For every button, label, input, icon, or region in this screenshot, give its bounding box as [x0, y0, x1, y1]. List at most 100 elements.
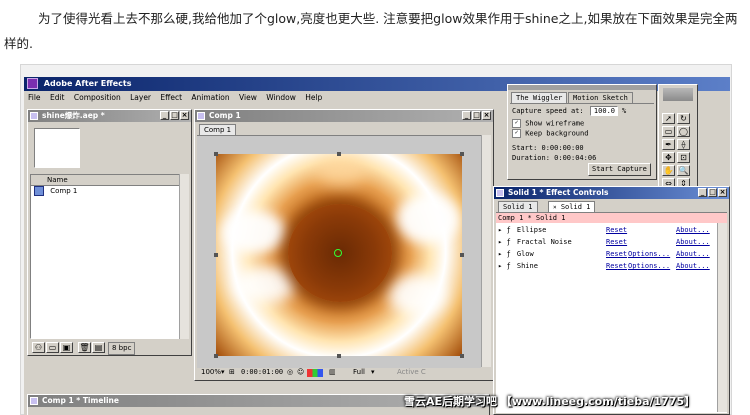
- tools-palette-header[interactable]: [659, 85, 697, 105]
- layer-handle[interactable]: [337, 354, 341, 358]
- menu-layer[interactable]: Layer: [130, 93, 151, 102]
- effect-about-link[interactable]: About...: [676, 249, 710, 260]
- close-icon[interactable]: ×: [718, 188, 727, 197]
- tab-the-wiggler[interactable]: The Wiggler: [511, 92, 568, 103]
- intro-text: 为了使得光看上去不那么硬,我给他加了个glow,亮度也更大些. 注意要把glow…: [4, 11, 738, 51]
- glow-render-canvas[interactable]: [216, 154, 462, 356]
- region-of-interest-icon[interactable]: ▥: [329, 367, 336, 378]
- menu-file[interactable]: File: [28, 93, 41, 102]
- rectangle-mask-tool-icon[interactable]: ▭: [662, 126, 675, 137]
- show-snapshot-icon[interactable]: ☺: [297, 367, 304, 378]
- expand-triangle-icon[interactable]: ▸: [498, 262, 502, 270]
- maximize-icon[interactable]: □: [708, 188, 717, 197]
- maximize-icon[interactable]: □: [170, 111, 179, 120]
- hand-tool-icon[interactable]: ✋: [662, 165, 675, 176]
- resolution-select[interactable]: Full: [353, 367, 365, 378]
- composition-scrollbar[interactable]: [481, 135, 491, 367]
- maximize-icon[interactable]: □: [472, 111, 481, 120]
- timecode-display[interactable]: 0:00:01:00: [241, 367, 283, 378]
- fx-toggle-icon[interactable]: ƒ: [506, 262, 510, 270]
- minimize-icon[interactable]: _: [462, 111, 471, 120]
- layer-handle[interactable]: [214, 354, 218, 358]
- tools-palette: ➚ ↻ ▭ ◯ ✒ ⟠ ✥ ⊡ ✋ 🔍 ⇔ ⇕: [658, 84, 698, 192]
- effect-controls-scrollbar[interactable]: [717, 223, 727, 412]
- layer-handle[interactable]: [337, 152, 341, 156]
- close-icon[interactable]: ×: [482, 111, 491, 120]
- layer-handle[interactable]: [460, 253, 464, 257]
- interpret-footage-icon[interactable]: ⚇: [32, 342, 45, 353]
- minimize-icon[interactable]: _: [160, 111, 169, 120]
- effect-options-link[interactable]: Options...: [628, 249, 670, 260]
- resolution-dropdown-icon[interactable]: ▾: [371, 367, 375, 378]
- effect-about-link[interactable]: About...: [676, 225, 710, 236]
- expand-triangle-icon[interactable]: ▸: [498, 250, 502, 258]
- camera-select[interactable]: Active C: [397, 367, 426, 378]
- effect-reset-link[interactable]: Reset: [606, 249, 627, 260]
- tab-solid-1-first[interactable]: Solid 1: [498, 201, 538, 212]
- effect-about-link[interactable]: About...: [676, 237, 710, 248]
- safe-zones-icon[interactable]: ⊞: [229, 367, 235, 378]
- tab-comp-1[interactable]: Comp 1: [199, 124, 237, 135]
- menu-effect[interactable]: Effect: [160, 93, 182, 102]
- capture-speed-input[interactable]: 100.0: [590, 106, 618, 116]
- project-window-titlebar[interactable]: shine爆炸.aep * _ □ ×: [28, 110, 191, 122]
- expand-triangle-icon[interactable]: ▸: [498, 226, 502, 234]
- menu-window[interactable]: Window: [266, 93, 296, 102]
- effect-reset-link[interactable]: Reset: [606, 237, 627, 248]
- layer-handle[interactable]: [460, 354, 464, 358]
- close-tab-icon[interactable]: ×: [553, 204, 557, 211]
- show-wireframe-checkbox[interactable]: ✓: [512, 119, 521, 128]
- close-icon[interactable]: ×: [180, 111, 189, 120]
- effect-reset-link[interactable]: Reset: [606, 261, 627, 272]
- layer-handle[interactable]: [214, 253, 218, 257]
- delete-icon[interactable]: 🗑: [78, 342, 91, 353]
- wiggler-window-grip[interactable]: [508, 85, 656, 90]
- ellipse-mask-tool-icon[interactable]: ◯: [677, 126, 690, 137]
- zoom-level[interactable]: 100%: [201, 367, 221, 378]
- effect-row[interactable]: ▸ ƒ Glow Reset Options... About...: [498, 249, 717, 260]
- text-tool-icon[interactable]: ⟠: [677, 139, 690, 150]
- pan-behind-tool-icon[interactable]: ✥: [662, 152, 675, 163]
- glow-ray: [234, 266, 296, 304]
- project-item[interactable]: Comp 1: [31, 186, 181, 197]
- new-folder-icon[interactable]: ▭: [46, 342, 59, 353]
- effect-reset-link[interactable]: Reset: [606, 225, 627, 236]
- effect-options-link[interactable]: Options...: [628, 261, 670, 272]
- layer-handle[interactable]: [214, 152, 218, 156]
- fx-toggle-icon[interactable]: ƒ: [506, 238, 510, 246]
- fx-toggle-icon[interactable]: ƒ: [506, 250, 510, 258]
- zoom-dropdown-icon[interactable]: ▾: [221, 367, 225, 378]
- new-composition-icon[interactable]: ▣: [60, 342, 73, 353]
- selection-tool-icon[interactable]: ➚: [662, 113, 675, 124]
- rotation-tool-icon[interactable]: ↻: [677, 113, 690, 124]
- menu-composition[interactable]: Composition: [74, 93, 121, 102]
- project-list-header[interactable]: Name: [31, 175, 181, 186]
- composition-window-titlebar[interactable]: Comp 1 _ □ ×: [195, 110, 493, 122]
- keep-background-checkbox[interactable]: ✓: [512, 129, 521, 138]
- render-queue-icon[interactable]: ▤: [92, 342, 105, 353]
- effect-about-link[interactable]: About...: [676, 261, 710, 272]
- menu-animation[interactable]: Animation: [191, 93, 229, 102]
- project-scrollbar[interactable]: [179, 174, 189, 339]
- pen-tool-icon[interactable]: ✒: [662, 139, 675, 150]
- snapshot-icon[interactable]: ◎: [287, 367, 293, 378]
- menu-help[interactable]: Help: [305, 93, 322, 102]
- tab-motion-sketch[interactable]: Motion Sketch: [568, 92, 633, 103]
- effect-row[interactable]: ▸ ƒ Fractal Noise Reset About...: [498, 237, 717, 248]
- zoom-tool-icon[interactable]: 🔍: [677, 165, 690, 176]
- anchor-point-icon[interactable]: [334, 249, 342, 257]
- menu-view[interactable]: View: [239, 93, 257, 102]
- fx-toggle-icon[interactable]: ƒ: [506, 226, 510, 234]
- layer-handle[interactable]: [460, 152, 464, 156]
- effect-controls-titlebar[interactable]: Solid 1 * Effect Controls _ □ ×: [494, 187, 729, 199]
- start-capture-button[interactable]: Start Capture: [588, 163, 651, 176]
- orbit-camera-tool-icon[interactable]: ⊡: [677, 152, 690, 163]
- tab-solid-1-active[interactable]: × Solid 1: [548, 201, 596, 212]
- bit-depth-button[interactable]: 8 bpc: [108, 342, 136, 355]
- effect-row[interactable]: ▸ ƒ Ellipse Reset About...: [498, 225, 717, 236]
- channel-icon[interactable]: [307, 369, 323, 377]
- expand-triangle-icon[interactable]: ▸: [498, 238, 502, 246]
- minimize-icon[interactable]: _: [698, 188, 707, 197]
- effect-row[interactable]: ▸ ƒ Shine Reset Options... About...: [498, 261, 717, 272]
- menu-edit[interactable]: Edit: [50, 93, 65, 102]
